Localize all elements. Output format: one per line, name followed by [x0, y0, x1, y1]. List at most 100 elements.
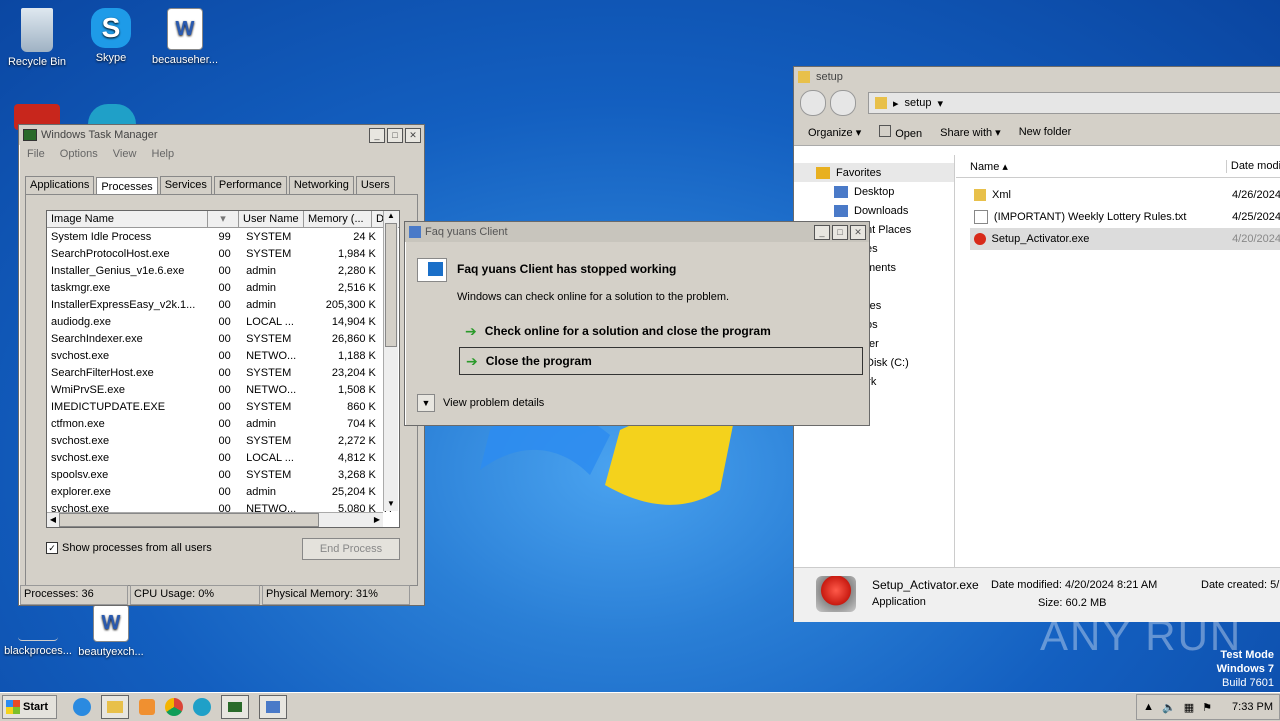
- table-row[interactable]: taskmgr.exe00admin2,516 KW: [47, 279, 399, 296]
- table-row[interactable]: SearchFilterHost.exe00SYSTEM23,204 KM: [47, 364, 399, 381]
- table-row[interactable]: svchost.exe00NETWO...1,188 KH: [47, 347, 399, 364]
- scroll-thumb[interactable]: [385, 223, 397, 347]
- scroll-left-arrow-icon[interactable]: ◀: [47, 513, 59, 527]
- column-user-name[interactable]: User Name: [239, 211, 304, 227]
- action-center-flag-icon[interactable]: ⚑: [1202, 701, 1212, 714]
- error-dialog[interactable]: Faq yuans Client _ □ ✕ Faq yuans Client …: [404, 221, 870, 426]
- organize-button[interactable]: Organize ▾: [808, 126, 861, 139]
- table-row[interactable]: svchost.exe00SYSTEM2,272 KH: [47, 432, 399, 449]
- start-button[interactable]: Start: [2, 695, 57, 719]
- nav-item[interactable]: Favorites: [794, 163, 954, 182]
- network-icon[interactable]: ▦: [1184, 701, 1194, 714]
- recycle-bin-icon[interactable]: Recycle Bin: [0, 8, 74, 68]
- task-manager-window[interactable]: Windows Task Manager _ □ ✕ File Options …: [18, 124, 425, 606]
- view-details-toggle[interactable]: ▼ View problem details: [417, 394, 544, 412]
- check-online-option[interactable]: ➔ Check online for a solution and close …: [459, 320, 863, 342]
- close-program-option[interactable]: ➔ Close the program: [459, 347, 863, 375]
- menu-help[interactable]: Help: [152, 148, 175, 160]
- end-process-button[interactable]: End Process: [302, 538, 400, 560]
- process-cpu: 00: [218, 349, 231, 362]
- maximize-button[interactable]: □: [832, 224, 848, 240]
- process-list[interactable]: Image Name ▾ User Name Memory (... D Sys…: [46, 210, 400, 528]
- tab-applications[interactable]: Applications: [25, 176, 95, 194]
- table-row[interactable]: IMEDICTUPDATE.EXE00SYSTEM860 KM: [47, 398, 399, 415]
- window-title: setup: [816, 71, 843, 83]
- task-manager-taskbar-icon[interactable]: [221, 695, 249, 719]
- show-all-users-checkbox-row[interactable]: ✓ Show processes from all users: [46, 542, 212, 554]
- file-explorer-icon[interactable]: [101, 695, 129, 719]
- vertical-scrollbar[interactable]: ▲ ▼: [383, 211, 398, 511]
- column-date-modified[interactable]: Date modi: [1227, 160, 1280, 172]
- table-row[interactable]: ctfmon.exe00admin704 KC: [47, 415, 399, 432]
- column-cpu-sort[interactable]: ▾: [208, 211, 239, 227]
- table-row[interactable]: WmiPrvSE.exe00NETWO...1,508 KW: [47, 381, 399, 398]
- chevron-down-icon[interactable]: ▼: [417, 394, 435, 412]
- table-row[interactable]: audiodg.exe00LOCAL ...14,904 KW: [47, 313, 399, 330]
- tab-services[interactable]: Services: [159, 176, 212, 194]
- menu-options[interactable]: Options: [60, 148, 98, 160]
- minimize-button[interactable]: _: [814, 224, 830, 240]
- table-row[interactable]: SearchIndexer.exe00SYSTEM26,860 KM: [47, 330, 399, 347]
- new-folder-button[interactable]: New folder: [1019, 126, 1072, 138]
- table-row[interactable]: Installer_Genius_v1e.6.exe 00 admin 2,280 K…: [47, 262, 399, 279]
- dialog-titlebar[interactable]: Faq yuans Client _ □ ✕: [405, 222, 869, 242]
- column-memory[interactable]: Memory (...: [304, 211, 372, 227]
- tab-processes[interactable]: Processes: [96, 177, 158, 195]
- process-cpu: 00: [218, 366, 231, 379]
- faq-client-taskbar-icon[interactable]: [259, 695, 287, 719]
- h-scroll-thumb[interactable]: [59, 513, 319, 527]
- process-memory: 25,204 K: [331, 485, 376, 498]
- close-button[interactable]: ✕: [405, 127, 421, 143]
- table-row[interactable]: spoolsv.exe00SYSTEM3,268 KSp: [47, 466, 399, 483]
- nav-item[interactable]: Downloads: [794, 201, 954, 220]
- close-button[interactable]: ✕: [850, 224, 866, 240]
- skype-icon[interactable]: S Skype: [74, 8, 148, 64]
- chrome-icon[interactable]: [165, 698, 183, 716]
- edge-icon[interactable]: [193, 698, 211, 716]
- share-with-button[interactable]: Share with ▾: [940, 126, 1001, 139]
- volume-icon[interactable]: 🔈: [1162, 701, 1176, 714]
- nav-item[interactable]: Desktop: [794, 182, 954, 201]
- explorer-titlebar[interactable]: setup: [794, 67, 1280, 87]
- tab-performance[interactable]: Performance: [213, 176, 287, 194]
- blackprocess-icon[interactable]: blackproces...: [0, 604, 76, 657]
- table-row[interactable]: InstallerExpressEasy_v2k.1... 00 admin 205,…: [47, 296, 399, 313]
- file-row[interactable]: Setup_Activator.exe 4/20/2024: [970, 228, 1280, 250]
- process-memory: 2,272 K: [337, 434, 376, 447]
- scroll-up-arrow-icon[interactable]: ▲: [384, 211, 398, 223]
- horizontal-scrollbar[interactable]: ◀ ▶: [47, 512, 383, 527]
- desktop-icon-label: Skype: [95, 52, 127, 64]
- task-manager-titlebar[interactable]: Windows Task Manager _ □ ✕: [19, 125, 424, 145]
- table-row[interactable]: explorer.exe00admin25,204 KW: [47, 483, 399, 500]
- tray-expand-icon[interactable]: ▲: [1143, 701, 1154, 713]
- menu-view[interactable]: View: [113, 148, 137, 160]
- process-user-name: SYSTEM: [246, 400, 292, 413]
- media-player-icon[interactable]: [139, 699, 155, 715]
- address-bar[interactable]: ▸ setup ▾: [868, 92, 1280, 114]
- scroll-down-arrow-icon[interactable]: ▼: [384, 499, 398, 511]
- minimize-button[interactable]: _: [369, 127, 385, 143]
- open-button[interactable]: Open: [879, 124, 922, 140]
- table-row[interactable]: System Idle Process99SYSTEM24 KPe: [47, 228, 399, 245]
- file-row[interactable]: Xml 4/26/2024: [956, 184, 1280, 206]
- menu-file[interactable]: File: [27, 148, 45, 160]
- column-name[interactable]: Name ▴: [956, 159, 1227, 173]
- clock[interactable]: 7:33 PM: [1232, 701, 1273, 713]
- word-document-icon[interactable]: W becauseher...: [148, 8, 222, 66]
- internet-explorer-icon[interactable]: [73, 698, 91, 716]
- column-image-name[interactable]: Image Name: [47, 211, 208, 227]
- tab-users[interactable]: Users: [355, 176, 395, 194]
- chevron-down-icon[interactable]: ▾: [937, 97, 943, 110]
- back-button[interactable]: [800, 90, 826, 116]
- table-row[interactable]: svchost.exe00LOCAL ...4,812 KH: [47, 449, 399, 466]
- maximize-button[interactable]: □: [387, 127, 403, 143]
- table-row[interactable]: SearchProtocolHost.exe00SYSTEM1,984 KM: [47, 245, 399, 262]
- tab-networking[interactable]: Networking: [288, 176, 354, 194]
- word-document-icon-2[interactable]: W beautyexch...: [74, 604, 148, 658]
- forward-button[interactable]: [830, 90, 856, 116]
- file-row[interactable]: (IMPORTANT) Weekly Lottery Rules.txt 4/25…: [956, 206, 1280, 228]
- scroll-right-arrow-icon[interactable]: ▶: [371, 513, 383, 527]
- tab-strip: Applications Processes Services Performa…: [19, 176, 424, 195]
- show-all-users-checkbox[interactable]: ✓: [46, 542, 58, 554]
- process-user-name: SYSTEM: [246, 468, 292, 481]
